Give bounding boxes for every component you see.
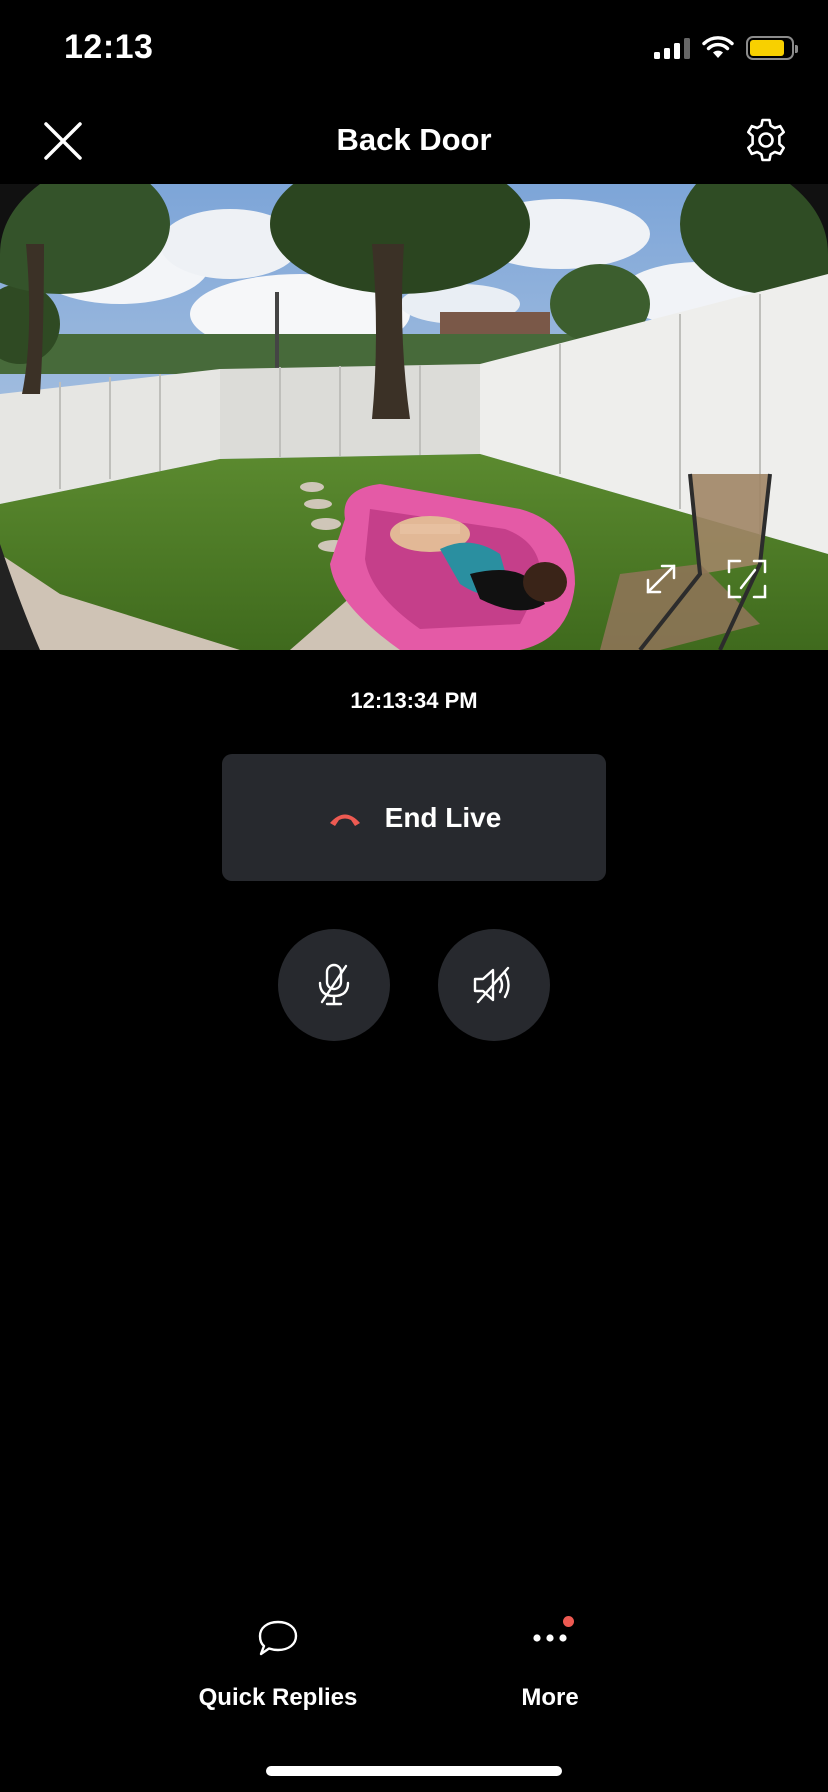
more-label: More <box>521 1684 579 1711</box>
bottom-nav: Quick Replies More <box>0 1610 828 1720</box>
speech-bubble-icon <box>258 1620 298 1656</box>
wifi-icon <box>702 36 734 58</box>
quick-replies-label: Quick Replies <box>198 1684 358 1711</box>
end-live-label: End Live <box>384 801 502 833</box>
fullscreen-button[interactable] <box>724 556 770 602</box>
status-icons <box>654 36 798 60</box>
more-dots-icon <box>533 1634 567 1642</box>
expand-view-button[interactable] <box>638 556 684 602</box>
page-title: Back Door <box>336 122 492 157</box>
live-timestamp: 12:13:34 PM <box>350 688 478 713</box>
home-indicator <box>266 1766 562 1776</box>
more-button[interactable]: More <box>500 1610 600 1712</box>
status-time: 12:13 <box>64 28 154 66</box>
live-video-feed[interactable] <box>0 184 828 650</box>
status-bar: 12:13 <box>0 0 828 100</box>
end-live-button[interactable]: End Live <box>222 754 606 881</box>
battery-icon <box>746 36 798 60</box>
battery-level <box>750 40 784 56</box>
microphone-toggle-button[interactable] <box>278 929 390 1041</box>
settings-button[interactable] <box>742 116 790 164</box>
microphone-muted-icon <box>318 963 350 1006</box>
camera-image <box>0 184 828 650</box>
cellular-signal-icon <box>654 37 690 59</box>
quick-replies-button[interactable]: Quick Replies <box>190 1610 366 1712</box>
speaker-toggle-button[interactable] <box>438 929 550 1041</box>
gear-icon <box>747 118 785 162</box>
notification-badge <box>563 1616 574 1627</box>
expand-arrows-icon <box>646 564 676 594</box>
header: Back Door <box>0 100 828 182</box>
hang-up-phone-icon <box>329 814 360 826</box>
fullscreen-frame-icon <box>727 559 767 599</box>
speaker-muted-icon <box>473 966 510 1004</box>
